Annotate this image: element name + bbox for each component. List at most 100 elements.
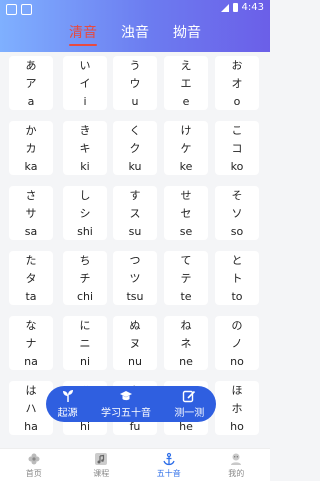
katakana: オ — [231, 77, 243, 90]
katakana: ニ — [79, 337, 91, 350]
katakana: タ — [25, 272, 37, 285]
kana-card[interactable]: ほホ ho — [215, 381, 259, 435]
katakana: チ — [79, 272, 91, 285]
katakana: エ — [180, 77, 192, 90]
kana-card[interactable]: てテ te — [164, 251, 208, 305]
hiragana: け — [180, 124, 192, 137]
kana-card[interactable]: さサ sa — [9, 186, 53, 240]
romaji: ko — [230, 160, 244, 173]
floating-action-bar: 起源 学习五十音 测一测 — [46, 386, 216, 422]
quiz-button[interactable]: 测一测 — [174, 389, 204, 419]
kana-card[interactable]: あアa — [9, 56, 53, 110]
katakana: ク — [129, 142, 141, 155]
music-note-icon — [95, 452, 108, 465]
kana-card[interactable]: なナ na — [9, 316, 53, 370]
kana-card[interactable]: かカ ka — [9, 121, 53, 175]
kana-card[interactable]: ねネ ne — [164, 316, 208, 370]
romaji: no — [230, 355, 244, 368]
nav-home[interactable]: 首页 — [9, 452, 59, 479]
katakana: ノ — [231, 337, 243, 350]
hiragana: な — [25, 319, 37, 332]
origin-button[interactable]: 起源 — [58, 389, 78, 419]
kana-card[interactable]: そソ so — [215, 186, 259, 240]
hiragana: あ — [25, 59, 37, 72]
romaji: u — [131, 95, 139, 108]
romaji: ne — [179, 355, 193, 368]
kana-card[interactable]: のノ no — [215, 316, 259, 370]
battery-icon — [232, 3, 238, 12]
kana-card[interactable]: きキ ki — [63, 121, 107, 175]
tab-dakuon[interactable]: 浊音 — [121, 18, 149, 52]
kana-card[interactable]: えエe — [164, 56, 208, 110]
tab-youon[interactable]: 拗音 — [173, 18, 201, 52]
header: 清音 浊音 拗音 — [0, 18, 270, 52]
tab-bar: 清音 浊音 拗音 — [0, 18, 270, 52]
nav-mine[interactable]: 我的 — [211, 452, 261, 479]
kana-card[interactable]: しシ shi — [63, 186, 107, 240]
notification-icon — [6, 4, 17, 15]
tab-seion[interactable]: 清音 — [69, 18, 97, 52]
nav-course[interactable]: 课程 — [76, 452, 126, 479]
anchor-icon — [163, 452, 175, 465]
nav-gojuon[interactable]: 五十音 — [144, 452, 194, 479]
hiragana: き — [79, 124, 91, 137]
edit-icon — [183, 390, 196, 403]
katakana: サ — [25, 207, 37, 220]
learn-button[interactable]: 学习五十音 — [101, 389, 151, 419]
hiragana: そ — [231, 189, 243, 202]
katakana: ケ — [180, 142, 192, 155]
romaji: ho — [230, 420, 244, 433]
romaji: e — [182, 95, 190, 108]
sprout-icon — [62, 390, 73, 402]
kana-card[interactable]: ちチ chi — [63, 251, 107, 305]
hiragana: ぬ — [129, 319, 141, 332]
kana-card[interactable]: にニ ni — [63, 316, 107, 370]
hiragana: の — [231, 319, 243, 332]
kana-card[interactable]: つツ tsu — [113, 251, 157, 305]
kana-card[interactable]: けケ ke — [164, 121, 208, 175]
katakana: キ — [79, 142, 91, 155]
romaji: ni — [79, 355, 91, 368]
hiragana: こ — [231, 124, 243, 137]
romaji: ku — [128, 160, 142, 173]
origin-label: 起源 — [57, 408, 78, 419]
romaji: su — [128, 225, 142, 238]
katakana: ネ — [180, 337, 192, 350]
kana-card[interactable]: こコ ko — [215, 121, 259, 175]
hiragana: て — [180, 254, 192, 267]
nav-gojuon-label: 五十音 — [156, 468, 181, 478]
kana-card[interactable]: うウu — [113, 56, 157, 110]
katakana: イ — [79, 77, 91, 90]
katakana: セ — [180, 207, 192, 220]
kana-card[interactable]: すス su — [113, 186, 157, 240]
learn-label: 学习五十音 — [100, 408, 151, 419]
hiragana: ち — [79, 254, 91, 267]
hiragana: う — [129, 59, 141, 72]
romaji: tsu — [126, 290, 144, 303]
romaji: ta — [25, 290, 37, 303]
katakana: テ — [180, 272, 192, 285]
kana-card[interactable]: とト to — [215, 251, 259, 305]
romaji: ka — [24, 160, 38, 173]
kana-card[interactable]: おオo — [215, 56, 259, 110]
kana-card[interactable]: いイi — [63, 56, 107, 110]
status-bar: 4:43 — [0, 0, 270, 18]
hiragana: せ — [180, 189, 192, 202]
graduation-cap-icon — [119, 391, 132, 401]
bottom-nav: 首页 课程 五十音 我的 — [0, 448, 270, 481]
katakana: ヌ — [129, 337, 141, 350]
kana-card[interactable]: ぬヌ nu — [113, 316, 157, 370]
kana-card[interactable]: くク ku — [113, 121, 157, 175]
nav-home-label: 首页 — [25, 468, 42, 478]
hiragana: つ — [129, 254, 141, 267]
katakana: コ — [231, 142, 243, 155]
romaji: te — [180, 290, 192, 303]
hiragana: お — [231, 59, 243, 72]
kana-card[interactable]: たタ ta — [9, 251, 53, 305]
katakana: カ — [25, 142, 37, 155]
signal-icon — [220, 3, 229, 12]
hiragana: か — [25, 124, 37, 137]
nav-course-label: 课程 — [93, 468, 110, 478]
kana-card[interactable]: せセ se — [164, 186, 208, 240]
katakana: シ — [79, 207, 91, 220]
